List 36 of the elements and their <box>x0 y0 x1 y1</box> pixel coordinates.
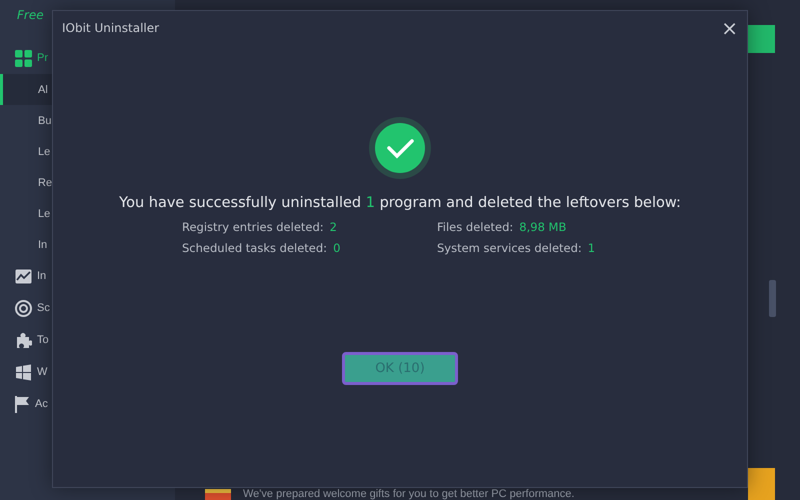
target-icon <box>15 300 32 316</box>
chart-icon <box>15 268 32 284</box>
stat-value: 2 <box>330 220 337 234</box>
sidebar-subitem[interactable]: Le <box>38 146 50 158</box>
flag-icon <box>15 396 30 412</box>
stat-value: 0 <box>333 241 340 255</box>
sidebar-item[interactable]: W <box>37 366 48 378</box>
puzzle-icon <box>15 332 32 348</box>
stat-label: Registry entries deleted: <box>182 220 324 234</box>
banner-text: We've prepared welcome gifts for you to get better PC performance. <box>243 489 574 500</box>
sidebar-item[interactable]: Pr <box>37 52 48 64</box>
stat-value: 8,98 MB <box>519 220 566 234</box>
windows-icon <box>15 364 32 380</box>
sidebar-item[interactable]: Sc <box>37 302 50 314</box>
dialog-title-text: IObit Uninstaller <box>62 21 160 35</box>
sidebar-subitem[interactable]: Le <box>38 208 50 220</box>
action-button[interactable] <box>748 25 775 53</box>
scrollbar[interactable] <box>769 280 776 317</box>
sidebar-subitem[interactable]: Al <box>38 84 48 96</box>
stat-label: Files deleted: <box>437 220 514 234</box>
close-button[interactable]: × <box>719 18 740 38</box>
stat-label: System services deleted: <box>437 241 582 255</box>
gift-icon <box>205 489 231 500</box>
sidebar-subitem[interactable]: Bu <box>38 114 52 126</box>
success-check-icon <box>369 117 431 179</box>
sidebar-subitem[interactable]: In <box>38 238 48 250</box>
sidebar-item[interactable]: To <box>37 334 49 346</box>
edition-label: Free <box>16 8 44 22</box>
stat-label: Scheduled tasks deleted: <box>182 241 328 255</box>
sidebar-subitem[interactable]: Re <box>38 176 52 188</box>
sidebar-item[interactable]: Ac <box>35 398 48 410</box>
stat-value: 1 <box>588 241 596 255</box>
sidebar-item[interactable]: In <box>37 270 46 282</box>
grid-icon <box>15 50 32 66</box>
result-message: You have successfully uninstalled 1 program and deleted the leftovers below: <box>119 195 681 211</box>
offer-button[interactable] <box>748 468 775 500</box>
